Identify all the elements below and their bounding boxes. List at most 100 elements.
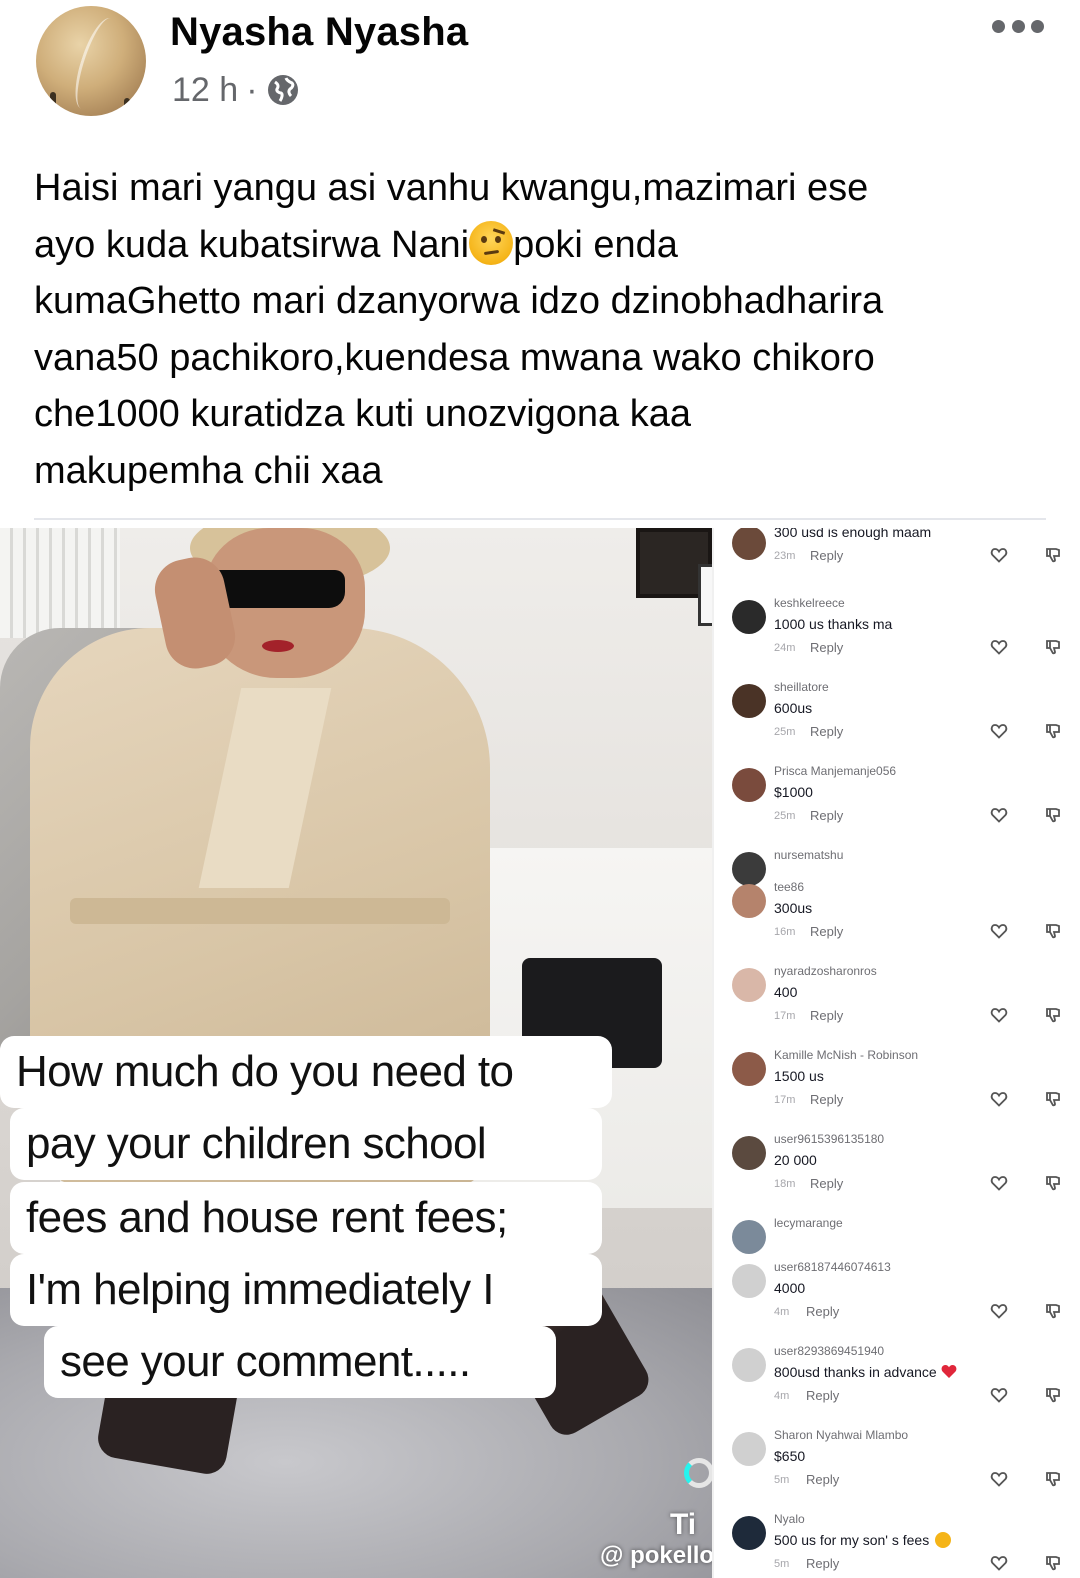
- video-still: How much do you need to pay your childre…: [0, 528, 712, 1578]
- like-heart-icon[interactable]: [990, 1554, 1008, 1572]
- dislike-icon[interactable]: [1044, 638, 1062, 656]
- commenter-avatar[interactable]: [732, 1516, 766, 1550]
- dislike-icon[interactable]: [1044, 1302, 1062, 1320]
- watermark-handle: @ pokello: [600, 1542, 712, 1569]
- commenter-name[interactable]: tee86: [774, 880, 804, 894]
- dislike-icon[interactable]: [1044, 1090, 1062, 1108]
- dislike-icon[interactable]: [1044, 1006, 1062, 1024]
- author-avatar[interactable]: [36, 6, 146, 116]
- reply-button[interactable]: Reply: [806, 1304, 839, 1319]
- comment-time: 17m: [774, 1094, 796, 1106]
- commenter-name[interactable]: lecymarange: [774, 1216, 843, 1230]
- comment-text-content: 400: [774, 984, 798, 1000]
- like-heart-icon[interactable]: [990, 722, 1008, 740]
- comment-item: keshkelreece 1000 us thanks ma 24m Reply: [714, 594, 1080, 678]
- comment-item: user9615396135180 20 000 18m Reply: [714, 1130, 1080, 1214]
- reply-button[interactable]: Reply: [806, 1472, 839, 1487]
- comment-time: 23m: [774, 550, 796, 562]
- comment-text-content: 20 000: [774, 1152, 817, 1168]
- reply-button[interactable]: Reply: [810, 1176, 843, 1191]
- commenter-avatar[interactable]: [732, 528, 766, 560]
- comment-text: 1500 us: [774, 1068, 824, 1084]
- like-heart-icon[interactable]: [990, 546, 1008, 564]
- commenter-name[interactable]: sheillatore: [774, 680, 829, 694]
- comment-text: $1000: [774, 784, 813, 800]
- reply-button[interactable]: Reply: [810, 1008, 843, 1023]
- window-blinds: [0, 528, 120, 638]
- comment-text: 400: [774, 984, 797, 1000]
- commenter-avatar[interactable]: [732, 1348, 766, 1382]
- more-options-icon[interactable]: [992, 14, 1044, 38]
- dislike-icon[interactable]: [1044, 1174, 1062, 1192]
- dislike-icon[interactable]: [1044, 1386, 1062, 1404]
- commenter-avatar[interactable]: [732, 768, 766, 802]
- commenter-avatar[interactable]: [732, 684, 766, 718]
- comment-text-content: $1000: [774, 784, 813, 800]
- commenter-avatar[interactable]: [732, 1432, 766, 1466]
- reply-button[interactable]: Reply: [810, 548, 843, 563]
- reply-button[interactable]: Reply: [810, 1092, 843, 1107]
- like-heart-icon[interactable]: [990, 922, 1008, 940]
- commenter-avatar[interactable]: [732, 1264, 766, 1298]
- like-heart-icon[interactable]: [990, 1174, 1008, 1192]
- like-heart-icon[interactable]: [990, 1006, 1008, 1024]
- caption-line: How much do you need to: [0, 1036, 612, 1108]
- commenter-name[interactable]: Prisca Manjemanje056: [774, 764, 896, 778]
- comment-time: 16m: [774, 926, 796, 938]
- commenter-name[interactable]: keshkelreece: [774, 596, 845, 610]
- post-header: Nyasha Nyasha 12 h ·: [0, 0, 1080, 130]
- commenter-avatar[interactable]: [732, 600, 766, 634]
- reply-button[interactable]: Reply: [810, 808, 843, 823]
- dislike-icon[interactable]: [1044, 806, 1062, 824]
- dislike-icon[interactable]: [1044, 1470, 1062, 1488]
- commenter-name[interactable]: nursematshu: [774, 848, 843, 862]
- comment-item: nyaradzosharonros 400 17m Reply: [714, 962, 1080, 1046]
- like-heart-icon[interactable]: [990, 1090, 1008, 1108]
- comment-text-content: 300us: [774, 900, 813, 916]
- dislike-icon[interactable]: [1044, 722, 1062, 740]
- like-heart-icon[interactable]: [990, 1470, 1008, 1488]
- commenter-avatar[interactable]: [732, 1052, 766, 1086]
- tiktok-logo-icon: [684, 1458, 712, 1488]
- commenter-name[interactable]: Nyalo: [774, 1512, 805, 1526]
- commenter-avatar[interactable]: [732, 968, 766, 1002]
- reply-button[interactable]: Reply: [810, 640, 843, 655]
- commenter-name[interactable]: user8293869451940: [774, 1344, 884, 1358]
- comment-text: $650: [774, 1448, 805, 1464]
- globe-icon: [267, 75, 298, 105]
- author-name[interactable]: Nyasha Nyasha: [170, 10, 468, 55]
- commenter-name[interactable]: user68187446074613: [774, 1260, 891, 1274]
- like-heart-icon[interactable]: [990, 806, 1008, 824]
- post-timestamp[interactable]: 12 h: [172, 71, 238, 110]
- comment-item: user8293869451940 800usd thanks in advanc…: [714, 1342, 1080, 1426]
- commenter-avatar[interactable]: [732, 884, 766, 918]
- commenter-avatar[interactable]: [732, 1136, 766, 1170]
- like-heart-icon[interactable]: [990, 1386, 1008, 1404]
- like-heart-icon[interactable]: [990, 638, 1008, 656]
- comment-text: 800usd thanks in advance: [774, 1364, 957, 1380]
- comment-text: 300 usd is enough maam: [774, 528, 931, 540]
- like-heart-icon[interactable]: [990, 1302, 1008, 1320]
- commenter-avatar[interactable]: [732, 1220, 766, 1254]
- red-heart-emoji-icon: [941, 1365, 956, 1378]
- comment-text-content: 500 us for my son' s fees: [774, 1532, 930, 1548]
- dislike-icon[interactable]: [1044, 546, 1062, 564]
- divider: [34, 518, 1046, 520]
- reply-button[interactable]: Reply: [806, 1556, 839, 1571]
- dislike-icon[interactable]: [1044, 1554, 1062, 1572]
- commenter-name[interactable]: Kamille McNish - Robinson: [774, 1048, 918, 1062]
- reply-button[interactable]: Reply: [806, 1388, 839, 1403]
- comment-text-content: $650: [774, 1448, 806, 1464]
- commenter-name[interactable]: user9615396135180: [774, 1132, 884, 1146]
- commenter-name[interactable]: nyaradzosharonros: [774, 964, 877, 978]
- dislike-icon[interactable]: [1044, 922, 1062, 940]
- comment-text: 1000 us thanks ma: [774, 616, 892, 632]
- comment-time: 17m: [774, 1010, 796, 1022]
- reply-button[interactable]: Reply: [810, 924, 843, 939]
- comment-time: 25m: [774, 726, 796, 738]
- post-image[interactable]: How much do you need to pay your childre…: [0, 528, 1080, 1578]
- commenter-name[interactable]: Sharon Nyahwai Mlambo: [774, 1428, 908, 1442]
- reply-button[interactable]: Reply: [810, 724, 843, 739]
- comment-text-content: 600us: [774, 700, 813, 716]
- comment-item: tee86 300us 16m Reply: [714, 878, 1080, 962]
